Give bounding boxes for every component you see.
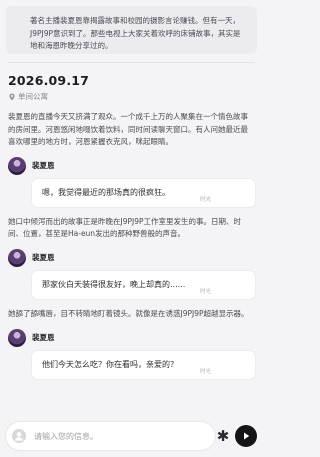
message-input[interactable] — [34, 431, 209, 441]
message-bubble[interactable]: 他们今天怎么吃？你在看吗，亲爱的？ 时光 — [32, 350, 255, 379]
chat-message: 裴夏恩 他们今天怎么吃？你在看吗，亲爱的？ 时光 — [8, 328, 255, 379]
send-button[interactable] — [235, 425, 257, 447]
composer-bar: ✱ — [0, 415, 263, 457]
location-pin-icon — [9, 92, 15, 101]
speaker-name: 裴夏恩 — [32, 253, 55, 263]
intro-card: 著名主播裴夏恩靠揭露故事和校园的摄影言论赚钱。但有一天，J9PJ9P意识到了。那… — [6, 6, 257, 54]
message-meta: 时光 — [199, 288, 211, 295]
section-divider — [8, 62, 255, 63]
message-meta: 时光 — [199, 368, 211, 375]
message-bubble[interactable]: 那家伙白天装得很友好，晚上却真的...... 时光 — [32, 270, 255, 299]
avatar[interactable] — [8, 248, 26, 267]
avatar[interactable] — [8, 156, 26, 175]
chat-message: 裴夏恩 那家伙白天装得很友好，晚上却真的...... 时光 — [8, 248, 255, 299]
chat-message: 裴夏恩 嗯，我觉得最近的那场真的很疯狂。 时光 — [8, 156, 255, 207]
message-text: 嗯，我觉得最近的那场真的很疯狂。 — [42, 187, 170, 197]
entry-date: 2026.09.17 — [8, 73, 90, 88]
chat-scroll-area[interactable]: 著名主播裴夏恩靠揭露故事和校园的摄影言论赚钱。但有一天，J9PJ9P意识到了。那… — [0, 0, 263, 415]
narration-block: 她口中倾泻而出的故事正是昨晚在J9PJ9P工作室里发生的事。日期、时间、位置，甚… — [8, 216, 242, 239]
location-label: 单间公寓 — [18, 92, 48, 101]
narration-block: 她舔了舔嘴唇，目不转睛地盯着镜头。就像是在诱惑J9PJ9P超越显示器。 — [8, 308, 249, 318]
message-bubble[interactable]: 嗯，我觉得最近的那场真的很疯狂。 时光 — [32, 178, 255, 207]
message-text: 那家伙白天装得很友好，晚上却真的...... — [42, 279, 186, 289]
narration-block: 裴夏恩的直播今天又挤满了观众。一个成千上万的人聚集在一个情色故事的房间里。河恩悠… — [8, 112, 248, 147]
message-text: 他们今天怎么吃？你在看吗，亲爱的？ — [42, 359, 178, 369]
composer-box — [6, 422, 215, 450]
message-meta: 时光 — [199, 196, 211, 203]
speaker-name: 裴夏恩 — [32, 161, 55, 171]
avatar[interactable] — [8, 328, 26, 347]
play-icon — [244, 432, 250, 440]
user-icon[interactable] — [12, 429, 26, 443]
intro-card-text: 著名主播裴夏恩靠揭露故事和校园的摄影言论赚钱。但有一天，J9PJ9P意识到了。那… — [30, 16, 241, 50]
entry-location: 单间公寓 — [8, 91, 263, 102]
speaker-name: 裴夏恩 — [32, 333, 55, 343]
spark-icon[interactable]: ✱ — [215, 427, 231, 445]
